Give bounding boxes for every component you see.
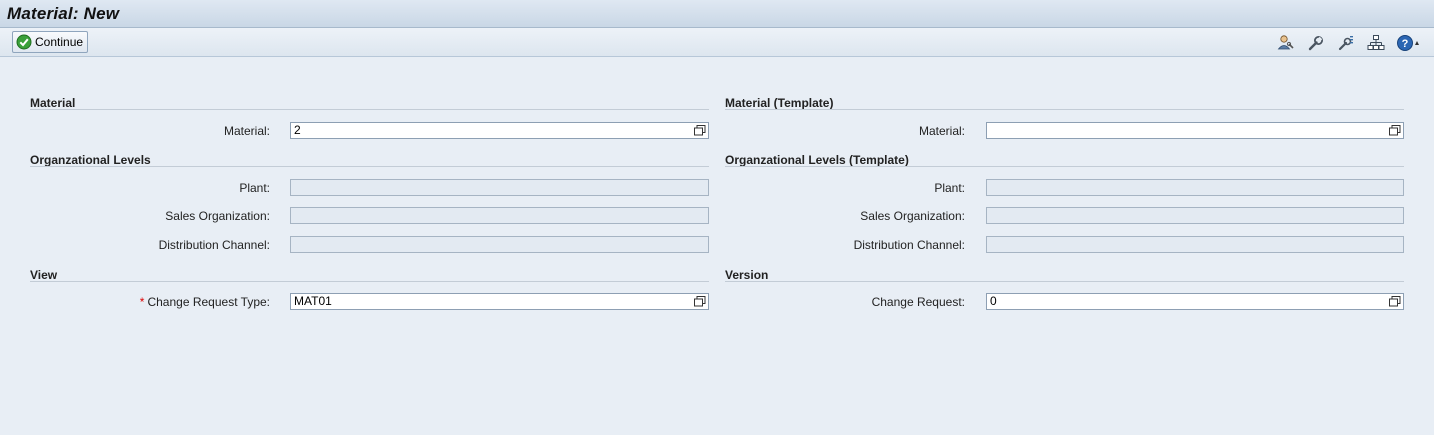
customize-icon[interactable] — [1337, 34, 1355, 52]
toolbar: Continue ? — [0, 28, 1434, 57]
wrench-icon[interactable] — [1307, 34, 1325, 52]
distribution-channel-label: Distribution Channel: — [158, 238, 270, 252]
change-request-value: 0 — [990, 294, 997, 308]
material-template-section-title: Material (Template) — [725, 96, 834, 110]
change-request-type-value: MAT01 — [294, 294, 332, 308]
title-bar: Material: New — [0, 0, 1434, 28]
required-marker: * — [139, 295, 145, 309]
section-divider — [725, 166, 1404, 167]
user-settings-icon[interactable] — [1277, 34, 1295, 52]
sales-org-label: Sales Organization: — [165, 209, 270, 223]
section-divider — [30, 109, 709, 110]
template-material-label: Material: — [918, 124, 965, 138]
page-title: Material: New — [7, 4, 120, 23]
help-icon[interactable]: ? — [1396, 34, 1424, 52]
template-distribution-channel-label: Distribution Channel: — [853, 238, 965, 252]
view-section-title: View — [30, 268, 58, 282]
template-material-input[interactable] — [986, 122, 1404, 139]
template-distribution-channel-input[interactable] — [986, 236, 1404, 253]
template-sales-org-input[interactable] — [986, 207, 1404, 224]
plant-input[interactable] — [290, 179, 709, 196]
change-request-type-label-text: Change Request Type: — [147, 295, 270, 309]
value-help-icon[interactable] — [1389, 125, 1401, 136]
template-plant-input[interactable] — [986, 179, 1404, 196]
section-divider — [30, 166, 709, 167]
change-request-type-label: * Change Request Type: — [140, 295, 270, 309]
checkmark-icon — [16, 34, 32, 50]
hierarchy-icon[interactable] — [1367, 34, 1385, 52]
material-label: Material: — [223, 124, 270, 138]
section-divider — [725, 109, 1404, 110]
template-sales-org-label: Sales Organization: — [860, 209, 965, 223]
continue-button[interactable]: Continue — [12, 31, 89, 53]
org-levels-section-title: Organzational Levels — [30, 153, 151, 167]
change-request-type-input[interactable]: MAT01 — [290, 293, 709, 310]
section-divider — [725, 281, 1404, 282]
template-plant-label: Plant: — [934, 181, 965, 195]
material-section-title: Material — [30, 96, 76, 110]
continue-button-label: Continue — [35, 35, 84, 49]
sales-org-input[interactable] — [290, 207, 709, 224]
value-help-icon[interactable] — [1389, 296, 1401, 307]
material-input[interactable]: 2 — [290, 122, 709, 139]
value-help-icon[interactable] — [694, 125, 706, 136]
plant-label: Plant: — [239, 181, 270, 195]
distribution-channel-input[interactable] — [290, 236, 709, 253]
material-input-value: 2 — [294, 123, 301, 137]
svg-text:?: ? — [1402, 38, 1409, 50]
org-levels-template-section-title: Organzational Levels (Template) — [725, 153, 909, 167]
version-section-title: Version — [725, 268, 769, 282]
change-request-input[interactable]: 0 — [986, 293, 1404, 310]
change-request-label: Change Request: — [871, 295, 965, 309]
value-help-icon[interactable] — [694, 296, 706, 307]
section-divider — [30, 281, 709, 282]
